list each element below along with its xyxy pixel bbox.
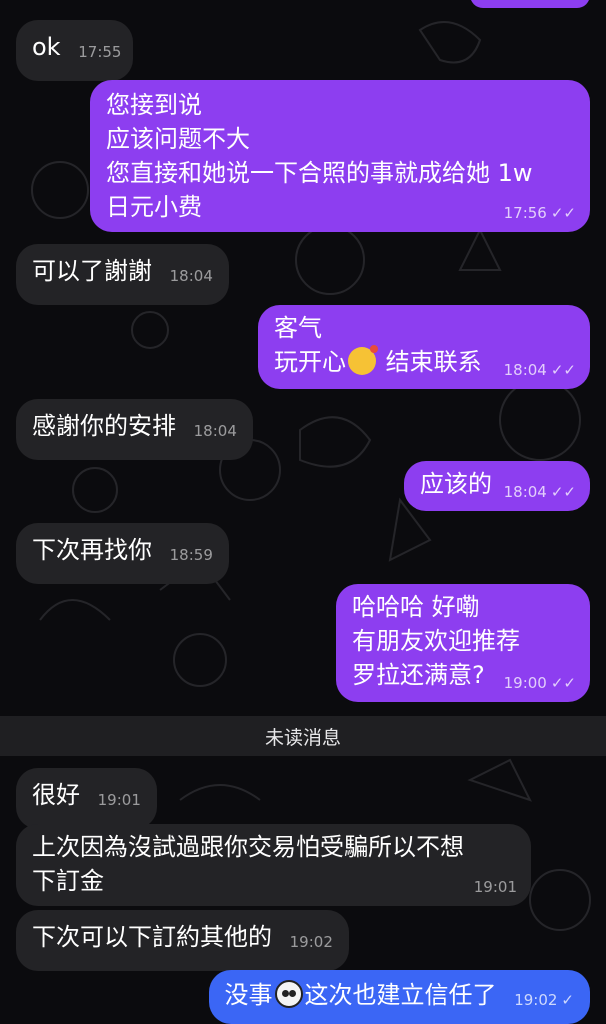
message-time: 17:56 xyxy=(503,204,547,222)
party-face-emoji-icon xyxy=(348,345,378,375)
double-check-icon: ✓✓ xyxy=(550,674,576,692)
message-bubble-incoming[interactable]: 上次因為沒試過跟你交易怕受騙所以不想 下訂金 19:01 xyxy=(16,824,531,906)
message-time: 19:02 xyxy=(514,991,558,1009)
message-bubble-incoming[interactable]: ok 17:55 xyxy=(16,20,134,81)
message-bubble-incoming[interactable]: 很好 19:01 xyxy=(16,768,157,829)
message-time: 19:01 xyxy=(473,878,517,896)
message-time: 17:55 xyxy=(78,43,122,61)
message-bubble-outgoing[interactable]: 应该的 18:04 ✓✓ xyxy=(404,461,590,511)
message-text: 下次再找你 xyxy=(32,536,152,564)
message-text: ok xyxy=(32,33,61,61)
message-text: 可以了謝謝 xyxy=(32,257,152,285)
message-bubble-outgoing[interactable]: 没事 这次也建立信任了 19:02 ✓ xyxy=(208,970,590,1024)
message-bubble-incoming[interactable]: 下次再找你 18:59 xyxy=(16,523,229,584)
message-text: 上次因為沒試過跟你交易怕受騙所以不想 下訂金 xyxy=(32,833,464,895)
message-meta: 19:02 ✓ xyxy=(514,983,574,1017)
message-time: 19:00 xyxy=(503,674,547,692)
previous-message-bubble-edge xyxy=(470,0,590,8)
message-text: 应该的 xyxy=(420,470,492,498)
message-bubble-incoming[interactable]: 感謝你的安排 18:04 xyxy=(16,399,253,460)
message-bubble-outgoing[interactable]: 您接到说 应该问题不大 您直接和她说一下合照的事就成给她 1w 日元小费 17:… xyxy=(90,80,590,232)
message-meta: 19:00 ✓✓ xyxy=(504,674,576,692)
message-time: 19:02 xyxy=(289,933,333,951)
message-time: 18:59 xyxy=(169,546,213,564)
message-time: 18:04 xyxy=(503,361,547,379)
message-text: 没事 xyxy=(224,981,273,1009)
message-meta: 19:01 xyxy=(474,878,517,896)
message-text: 下次可以下訂約其他的 xyxy=(32,923,272,951)
message-text-line: 客气 xyxy=(274,314,322,342)
unread-messages-label: 未读消息 xyxy=(264,726,341,749)
message-bubble-outgoing[interactable]: 客气 玩开心 结束联系 18:04 ✓✓ xyxy=(258,305,590,389)
message-time: 18:04 xyxy=(503,483,547,501)
message-time: 18:04 xyxy=(169,267,213,285)
message-bubble-incoming[interactable]: 可以了謝謝 18:04 xyxy=(16,244,229,305)
message-text: 感謝你的安排 xyxy=(32,412,176,440)
panda-face-emoji-icon xyxy=(274,980,303,1008)
unread-messages-divider: 未读消息 xyxy=(0,716,606,756)
double-check-icon: ✓✓ xyxy=(550,361,576,379)
single-check-icon: ✓ xyxy=(561,991,574,1009)
message-text: 很好 xyxy=(32,781,80,809)
message-meta: 17:56 ✓✓ xyxy=(504,204,576,222)
message-time: 19:01 xyxy=(97,791,141,809)
message-time: 18:04 xyxy=(193,422,237,440)
message-meta: 18:04 ✓✓ xyxy=(504,361,576,379)
message-meta: 18:04 ✓✓ xyxy=(504,483,576,501)
message-bubble-incoming[interactable]: 下次可以下訂約其他的 19:02 xyxy=(16,910,349,971)
double-check-icon: ✓✓ xyxy=(550,204,576,222)
message-bubble-outgoing[interactable]: 哈哈哈 好嘞 有朋友欢迎推荐 罗拉还满意? 19:00 ✓✓ xyxy=(336,584,590,702)
double-check-icon: ✓✓ xyxy=(550,483,576,501)
message-text: 这次也建立信任了 xyxy=(304,981,497,1009)
